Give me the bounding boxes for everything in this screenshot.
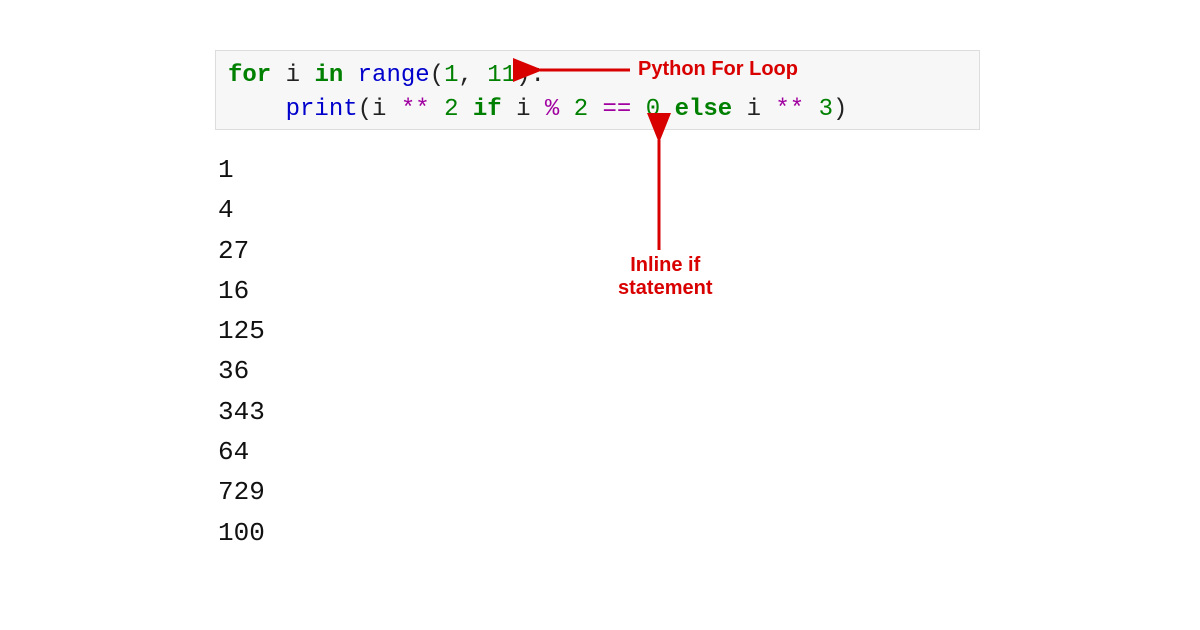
output-line: 125: [218, 311, 265, 351]
output-line: 1: [218, 150, 265, 190]
output-block: 1 4 27 16 125 36 343 64 729 100: [218, 150, 265, 553]
output-line: 36: [218, 351, 265, 391]
output-line: 100: [218, 513, 265, 553]
code-line-1: for i in range(1, 11):: [228, 59, 967, 93]
var-i: i: [286, 62, 300, 89]
kw-in: in: [314, 62, 343, 89]
kw-if: if: [473, 96, 502, 123]
output-line: 64: [218, 432, 265, 472]
kw-else: else: [675, 96, 733, 123]
kw-for: for: [228, 62, 271, 89]
code-line-2: print(i ** 2 if i % 2 == 0 else i ** 3): [228, 93, 967, 127]
annotation-inline-if: Inline if statement: [618, 254, 712, 300]
annotation-for-loop: Python For Loop: [638, 58, 798, 81]
output-line: 27: [218, 231, 265, 271]
fn-print: print: [286, 96, 358, 123]
output-line: 729: [218, 472, 265, 512]
output-line: 343: [218, 392, 265, 432]
output-line: 4: [218, 190, 265, 230]
code-block: for i in range(1, 11): print(i ** 2 if i…: [215, 50, 980, 130]
output-line: 16: [218, 271, 265, 311]
fn-range: range: [358, 62, 430, 89]
